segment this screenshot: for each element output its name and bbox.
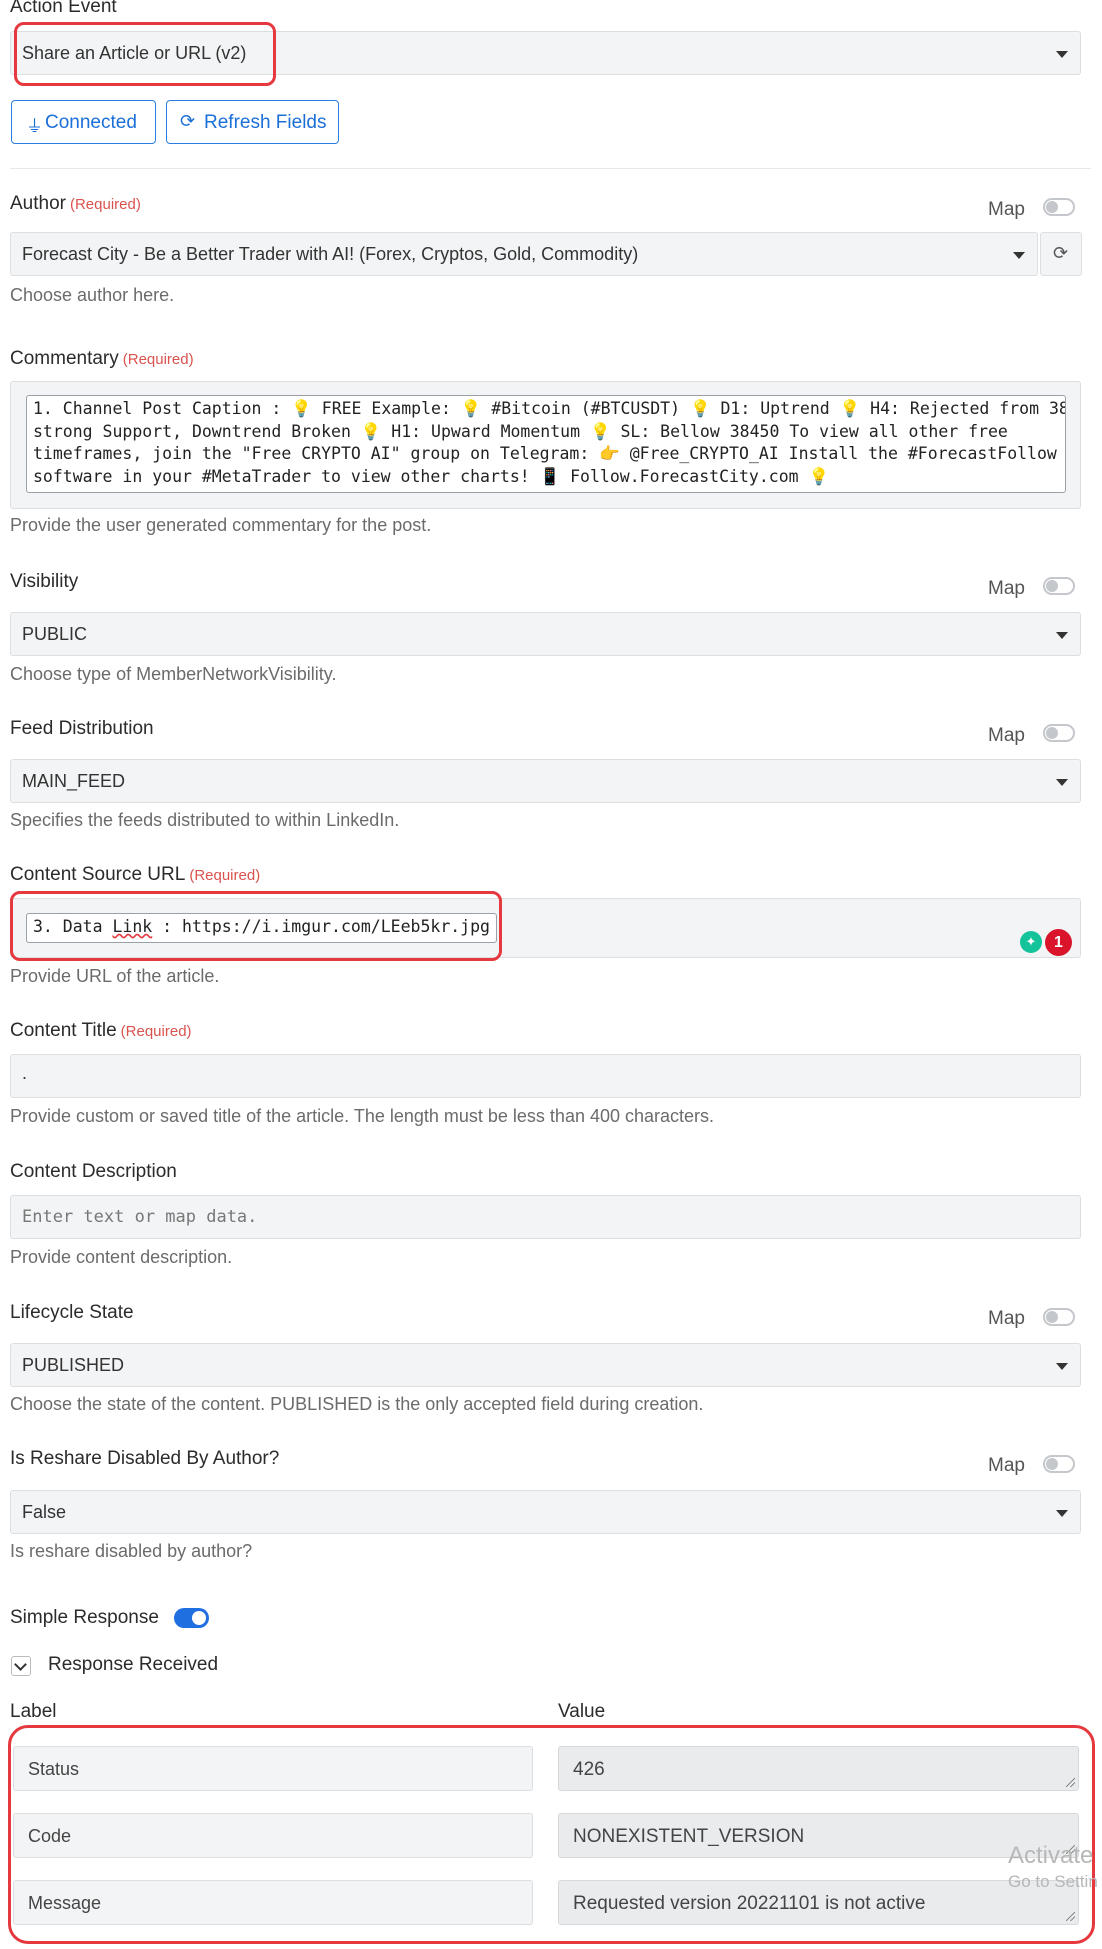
reshare-value: False [22, 1502, 67, 1522]
chevron-down-icon [1056, 51, 1068, 58]
chevron-down-icon [1013, 252, 1025, 259]
author-value: Forecast City - Be a Better Trader with … [22, 244, 639, 264]
lifecycle-state-value: PUBLISHED [22, 1355, 125, 1375]
lifecycle-state-map-label: Map [988, 1308, 1025, 1329]
reshare-label: Is Reshare Disabled By Author? [10, 1448, 280, 1469]
grammarly-icon[interactable]: ✦ [1020, 931, 1042, 953]
refresh-icon: ⟳ [1053, 243, 1069, 263]
lifecycle-state-select[interactable]: PUBLISHED [10, 1343, 1081, 1387]
required-tag: (Required) [122, 351, 194, 368]
visibility-value: PUBLIC [22, 624, 88, 644]
lifecycle-state-help: Choose the state of the content. PUBLISH… [10, 1394, 704, 1414]
author-label: Author (Required) [10, 193, 141, 214]
visibility-select[interactable]: PUBLIC [10, 612, 1081, 656]
lifecycle-state-map-toggle[interactable] [1043, 1308, 1075, 1326]
chevron-down-icon [1056, 632, 1068, 639]
feed-distribution-select[interactable]: MAIN_FEED [10, 759, 1081, 803]
content-source-url-label: Content Source URL (Required) [10, 864, 261, 885]
feed-distribution-map-label: Map [988, 725, 1025, 746]
highlight-response-table [8, 1725, 1095, 1944]
label-column-header: Label [10, 1701, 57, 1722]
notification-badge[interactable]: 1 [1045, 929, 1072, 956]
action-event-label: Action Event [10, 0, 117, 17]
connected-button[interactable]: ⏚ Connected [11, 100, 156, 144]
commentary-line: 1. Channel Post Caption : 💡 FREE Example… [33, 399, 1066, 418]
simple-response-label: Simple Response [10, 1607, 159, 1628]
commentary-field[interactable]: 1. Channel Post Caption : 💡 FREE Example… [10, 381, 1081, 509]
author-help: Choose author here. [10, 285, 175, 305]
highlight-content-source-url [10, 891, 502, 961]
author-map-toggle[interactable] [1043, 198, 1075, 216]
author-map-label: Map [988, 199, 1025, 220]
feed-distribution-help: Specifies the feeds distributed to withi… [10, 810, 400, 830]
required-tag: (Required) [189, 867, 261, 884]
content-description-help: Provide content description. [10, 1247, 233, 1267]
visibility-label: Visibility [10, 571, 79, 592]
commentary-line: strong Support, Downtrend Broken 💡 H1: U… [33, 421, 1008, 441]
refresh-fields-button[interactable]: ⟳ Refresh Fields [166, 100, 339, 144]
reshare-map-label: Map [988, 1455, 1025, 1476]
commentary-text[interactable]: 1. Channel Post Caption : 💡 FREE Example… [26, 395, 1066, 493]
divider [10, 168, 1091, 169]
chevron-down-icon [14, 1658, 27, 1671]
response-received-label: Response Received [48, 1654, 219, 1675]
simple-response-toggle[interactable] [174, 1608, 209, 1628]
content-title-help: Provide custom or saved title of the art… [10, 1106, 715, 1126]
feed-distribution-value: MAIN_FEED [22, 771, 126, 791]
commentary-label: Commentary (Required) [10, 348, 194, 369]
lifecycle-state-label: Lifecycle State [10, 1302, 134, 1323]
content-description-placeholder: Enter text or map data. [22, 1207, 258, 1227]
content-title-input[interactable]: . [10, 1054, 1081, 1098]
connected-label: Connected [45, 112, 137, 133]
commentary-help: Provide the user generated commentary fo… [10, 515, 432, 535]
content-title-label: Content Title (Required) [10, 1020, 192, 1041]
content-source-url-help: Provide URL of the article. [10, 966, 220, 986]
content-description-input[interactable]: Enter text or map data. [10, 1195, 1081, 1239]
commentary-line: timeframes, join the "Free CRYPTO AI" gr… [33, 444, 1057, 463]
chevron-down-icon [1056, 1510, 1068, 1517]
chevron-down-icon [1056, 1363, 1068, 1370]
content-description-label: Content Description [10, 1161, 177, 1182]
author-refresh-button[interactable]: ⟳ [1040, 232, 1082, 276]
visibility-help: Choose type of MemberNetworkVisibility. [10, 664, 337, 684]
highlight-action-event [14, 22, 276, 86]
reshare-help: Is reshare disabled by author? [10, 1541, 253, 1561]
value-column-header: Value [558, 1701, 606, 1722]
commentary-line: software in your #MetaTrader to view oth… [33, 466, 830, 486]
feed-distribution-label: Feed Distribution [10, 718, 154, 739]
plug-icon: ⏚ [26, 117, 43, 136]
response-received-toggle-button[interactable] [11, 1656, 31, 1676]
author-select[interactable]: Forecast City - Be a Better Trader with … [10, 232, 1038, 276]
reshare-select[interactable]: False [10, 1490, 1081, 1534]
visibility-map-label: Map [988, 578, 1025, 599]
reshare-map-toggle[interactable] [1043, 1455, 1075, 1473]
visibility-map-toggle[interactable] [1043, 577, 1075, 595]
content-title-value: . [22, 1063, 28, 1083]
feed-distribution-map-toggle[interactable] [1043, 724, 1075, 742]
required-tag: (Required) [120, 1023, 192, 1040]
refresh-icon: ⟳ [180, 111, 196, 131]
refresh-fields-label: Refresh Fields [204, 112, 327, 133]
required-tag: (Required) [69, 196, 141, 213]
activate-watermark: Activate Go to Settin [1008, 1842, 1098, 1891]
chevron-down-icon [1056, 779, 1068, 786]
